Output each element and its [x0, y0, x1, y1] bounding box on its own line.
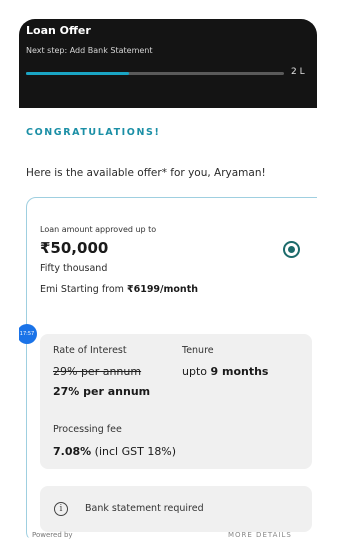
- loan-amount: ₹50,000: [40, 239, 109, 257]
- processing-fee-percent: 7.08%: [53, 445, 92, 458]
- notice-text: Bank statement required: [85, 503, 204, 514]
- approved-amount-label: Loan amount approved up to: [40, 225, 157, 234]
- card-footer: Powered by MORE DETAILS: [19, 531, 317, 539]
- tenure-label: Tenure: [182, 345, 214, 356]
- processing-fee-value: 7.08% (incl GST 18%): [53, 445, 176, 458]
- emi-prefix: Emi Starting from: [40, 284, 124, 295]
- processing-fee-label: Processing fee: [53, 424, 122, 435]
- emi-line: Emi Starting from ₹6199/month: [40, 284, 198, 295]
- rate-of-interest-label: Rate of Interest: [53, 345, 127, 356]
- old-interest-rate: 29% per annum: [53, 365, 142, 378]
- progress-bar: [26, 72, 284, 75]
- congratulations-heading: CONGRATULATIONS!: [26, 127, 161, 138]
- radio-selected-dot: [288, 246, 295, 253]
- step-count: 2 L: [291, 67, 305, 77]
- loan-amount-words: Fifty thousand: [40, 263, 108, 274]
- page-title: Loan Offer: [26, 24, 91, 37]
- tenure-months: 9 months: [210, 365, 269, 378]
- more-details-link[interactable]: MORE DETAILS: [228, 531, 292, 539]
- emi-value: ₹6199/month: [126, 284, 198, 295]
- powered-by-label: Powered by: [32, 531, 73, 539]
- header-bar: Loan Offer Next step: Add Bank Statement…: [19, 19, 317, 108]
- next-step-label: Next step: Add Bank Statement: [26, 46, 153, 55]
- tenure-value: upto 9 months: [182, 365, 268, 378]
- tenure-prefix: upto: [182, 365, 207, 378]
- offer-radio-button[interactable]: [283, 241, 300, 258]
- phone-screen: Loan Offer Next step: Add Bank Statement…: [19, 19, 317, 539]
- timer-badge: 17:57: [19, 324, 37, 344]
- info-icon: i: [54, 502, 68, 516]
- offer-card[interactable]: Loan amount approved up to ₹50,000 Fifty…: [19, 197, 317, 539]
- offer-intro-text: Here is the available offer* for you, Ar…: [26, 167, 266, 179]
- new-interest-rate: 27% per annum: [53, 385, 151, 398]
- bank-statement-notice: i Bank statement required: [40, 486, 312, 532]
- offer-details-box: Rate of Interest Tenure 29% per annum up…: [40, 334, 312, 469]
- processing-fee-note: (incl GST 18%): [94, 445, 177, 458]
- progress-fill: [26, 72, 130, 75]
